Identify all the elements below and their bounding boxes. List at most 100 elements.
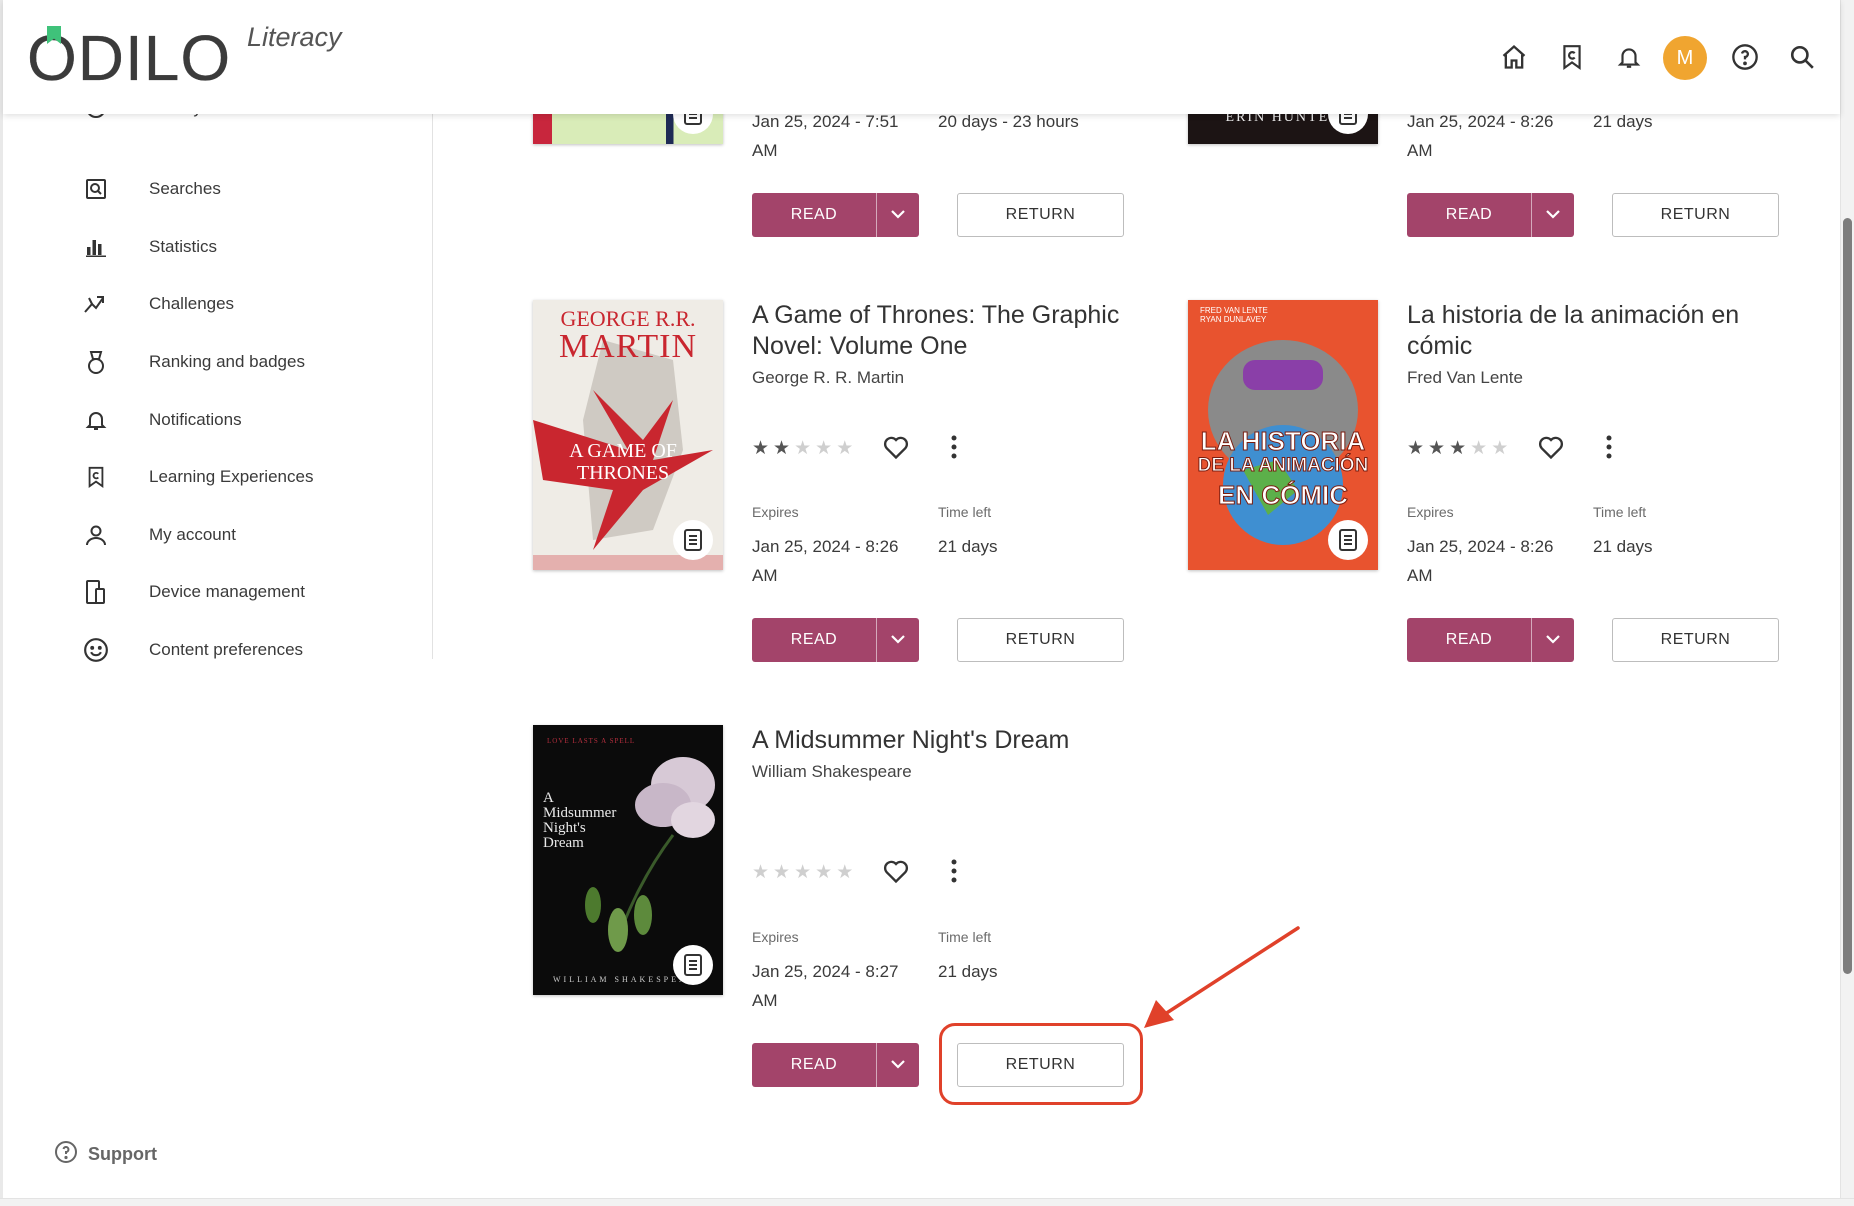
support-label: Support	[88, 1144, 157, 1164]
time-left-label: Time left	[938, 504, 992, 520]
read-button[interactable]: READ	[1407, 193, 1531, 237]
star-filled-icon[interactable]: ★	[752, 437, 769, 460]
vertical-scrollbar[interactable]	[1840, 0, 1854, 1206]
favorite-heart-icon[interactable]	[882, 857, 912, 887]
book-author[interactable]: George R. R. Martin	[752, 368, 904, 388]
book-author[interactable]: Fred Van Lente	[1407, 368, 1523, 388]
more-options-icon[interactable]	[948, 433, 960, 463]
star-filled-icon[interactable]: ★	[1428, 437, 1445, 460]
star-empty-icon[interactable]: ★	[815, 861, 832, 884]
chevron-down-icon	[1545, 631, 1561, 649]
ebook-format-icon	[673, 520, 713, 560]
star-empty-icon[interactable]: ★	[752, 861, 769, 884]
cover-tagline: LOVE LASTS A SPELL	[547, 737, 636, 745]
read-button[interactable]: READ	[752, 1043, 876, 1087]
sidebar-item-label: Challenges	[149, 294, 235, 313]
cover-title-line-2: DE LA ANIMACIÓN	[1197, 455, 1369, 477]
return-button[interactable]: RETURN	[1612, 618, 1779, 662]
read-options-dropdown[interactable]	[1532, 193, 1574, 237]
star-empty-icon[interactable]: ★	[815, 437, 832, 460]
book-title[interactable]: La historia de la animación en cómic	[1407, 300, 1807, 362]
time-left-value: 21 days	[938, 537, 998, 556]
sidebar-item-label: Searches	[149, 179, 221, 198]
favorite-heart-icon[interactable]	[882, 433, 912, 463]
book-title[interactable]: A Midsummer Night's Dream	[752, 725, 1069, 756]
star-empty-icon[interactable]: ★	[1470, 437, 1487, 460]
star-empty-icon[interactable]: ★	[794, 437, 811, 460]
return-button[interactable]: RETURN	[957, 193, 1124, 237]
top-header: ODILO Literacy M	[3, 0, 1840, 114]
book-cover[interactable]: LOVE LASTS A SPELL A Midsummer Night's D…	[533, 725, 723, 995]
expires-value: Jan 25, 2024 - 8:27 AM	[752, 962, 899, 1010]
search-icon[interactable]	[1785, 40, 1819, 74]
expires-value: Jan 25, 2024 - 8:26 AM	[1407, 537, 1554, 585]
star-rating[interactable]: ★ ★ ★ ★ ★	[752, 861, 853, 884]
sidebar-item-learning-experiences[interactable]: Learning Experiences	[81, 457, 313, 497]
cover-author-name: MARTIN	[558, 328, 698, 365]
ebook-format-icon	[673, 945, 713, 985]
searches-icon	[81, 174, 111, 204]
sidebar-item-searches[interactable]: Searches	[81, 169, 221, 209]
user-avatar[interactable]: M	[1663, 36, 1707, 80]
read-options-dropdown[interactable]	[1532, 618, 1574, 662]
read-button[interactable]: READ	[1407, 618, 1531, 662]
scrollbar-thumb[interactable]	[1843, 218, 1852, 974]
sidebar-item-my-account[interactable]: My account	[81, 515, 236, 555]
cover-title-line-3: EN CÓMIC	[1218, 480, 1349, 511]
expires-value: Jan 25, 2024 - 8:26 AM	[752, 537, 899, 585]
chevron-down-icon	[890, 1056, 906, 1074]
star-filled-icon[interactable]: ★	[1407, 437, 1424, 460]
more-options-icon[interactable]	[948, 857, 960, 887]
support-link[interactable]: Support	[54, 1140, 157, 1169]
devices-icon	[81, 577, 111, 607]
smile-icon	[81, 635, 111, 665]
cover-title: A Midsummer Night's Dream	[543, 790, 617, 851]
book-cover[interactable]: GEORGE R.R. MARTIN A GAME OF THRONES	[533, 300, 723, 570]
expires-label: Expires	[752, 929, 799, 945]
sidebar-item-notifications[interactable]: Notifications	[81, 400, 242, 440]
more-options-icon[interactable]	[1603, 433, 1615, 463]
sidebar-item-label: Device management	[149, 582, 305, 601]
sidebar-item-device-management[interactable]: Device management	[81, 572, 305, 612]
ebook-format-icon	[1328, 520, 1368, 560]
time-left-value: 21 days	[938, 962, 998, 981]
sidebar-item-label: Content preferences	[149, 640, 304, 659]
notifications-bell-icon[interactable]	[1612, 40, 1646, 74]
read-button-group: READ	[752, 1043, 919, 1087]
star-rating[interactable]: ★ ★ ★ ★ ★	[1407, 437, 1508, 460]
star-empty-icon[interactable]: ★	[1491, 437, 1508, 460]
star-empty-icon[interactable]: ★	[773, 861, 790, 884]
star-filled-icon[interactable]: ★	[1449, 437, 1466, 460]
return-button[interactable]: RETURN	[957, 618, 1124, 662]
book-title[interactable]: A Game of Thrones: The Graphic Novel: Vol…	[752, 300, 1132, 362]
help-icon[interactable]	[1728, 40, 1762, 74]
read-options-dropdown[interactable]	[877, 1043, 919, 1087]
user-icon	[81, 520, 111, 550]
sidebar-item-content-preferences[interactable]: Content preferences	[81, 630, 303, 670]
return-button[interactable]: RETURN	[1612, 193, 1779, 237]
read-button[interactable]: READ	[752, 193, 876, 237]
learning-bookmark-icon[interactable]	[1555, 40, 1589, 74]
help-circle-icon	[54, 1140, 78, 1169]
star-rating[interactable]: ★ ★ ★ ★ ★	[752, 437, 853, 460]
read-button[interactable]: READ	[752, 618, 876, 662]
sidebar-item-ranking[interactable]: Ranking and badges	[81, 342, 305, 382]
favorite-heart-icon[interactable]	[1537, 433, 1567, 463]
star-empty-icon[interactable]: ★	[794, 861, 811, 884]
star-filled-icon[interactable]: ★	[773, 437, 790, 460]
read-options-dropdown[interactable]	[877, 618, 919, 662]
time-left-label: Time left	[1593, 504, 1647, 520]
expires-label: Expires	[1407, 504, 1454, 520]
star-empty-icon[interactable]: ★	[836, 861, 853, 884]
sidebar-item-label: Statistics	[149, 237, 218, 256]
read-options-dropdown[interactable]	[877, 193, 919, 237]
book-author[interactable]: William Shakespeare	[752, 762, 912, 782]
book-cover[interactable]: FRED VAN LENTE RYAN DUNLAVEY LA HISTORIA…	[1188, 300, 1378, 570]
learning-icon	[81, 462, 111, 492]
read-button-group: READ	[752, 618, 919, 662]
sidebar-item-statistics[interactable]: Statistics	[81, 227, 217, 267]
home-icon[interactable]	[1497, 40, 1531, 74]
sidebar-item-challenges[interactable]: Challenges	[81, 284, 234, 324]
read-button-group: READ	[1407, 193, 1574, 237]
star-empty-icon[interactable]: ★	[836, 437, 853, 460]
